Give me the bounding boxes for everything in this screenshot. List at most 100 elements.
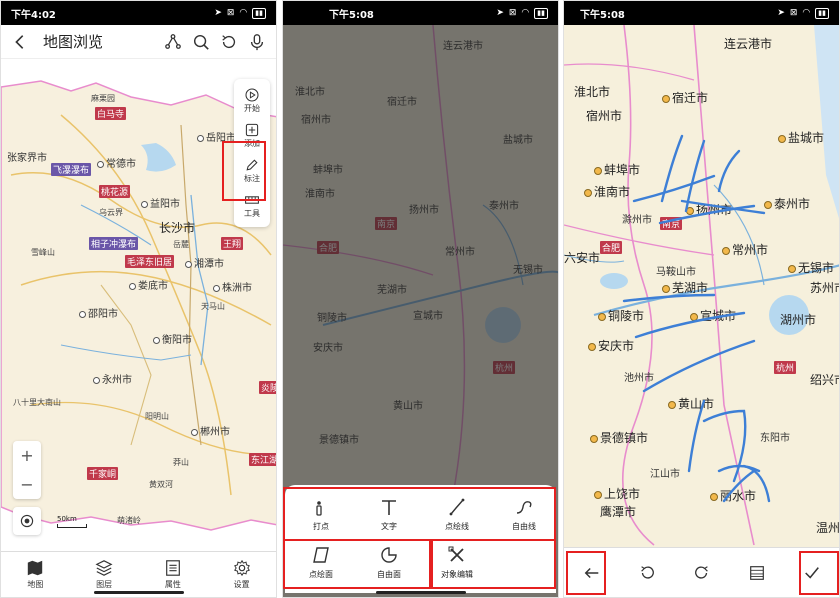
share-nodes-icon[interactable]	[164, 33, 182, 51]
tools-label: 工具	[244, 209, 260, 218]
redo-icon	[694, 565, 708, 579]
map-label: 黄双河	[149, 480, 173, 489]
nav-map-label: 地图	[27, 580, 44, 589]
map-label: 郴州市	[191, 423, 230, 438]
locate-button[interactable]	[13, 507, 41, 535]
wifi-icon: ◠	[521, 8, 530, 18]
status-bar: 下午4:02 ➤ ⊠ ◠ ▮▮	[1, 1, 276, 25]
map-label: 益阳市	[141, 195, 180, 210]
back-arrow-icon[interactable]	[11, 33, 29, 51]
freehand-annotations	[622, 134, 771, 503]
layers-icon	[95, 560, 113, 576]
wifi-icon: ◠	[802, 8, 811, 18]
highlight-back-button	[566, 551, 606, 595]
map-label: 阳明山	[145, 412, 169, 421]
map-label: 八十里大南山	[13, 398, 61, 407]
map-label: 张家界市	[7, 153, 47, 164]
search-icon[interactable]	[192, 33, 210, 51]
map-label: 麻栗园	[91, 94, 115, 103]
map-label: 莽山	[173, 458, 189, 467]
highlight-confirm-button	[799, 551, 839, 595]
annotation-stroke[interactable]	[687, 399, 706, 473]
zoom-control: + −	[13, 441, 41, 499]
highlight-face-tools	[283, 539, 431, 589]
undo-button[interactable]	[638, 564, 656, 582]
map-label: 东江湖	[249, 453, 276, 466]
zoom-in-button[interactable]: +	[20, 446, 33, 465]
screen-annotation-edit: 下午5:08 ➤ ⊠ ◠ ▮▮ 连云港市 淮北市 宿迁市 宿州市 盐城市 蚌埠市 淮南…	[563, 0, 840, 598]
add-icon	[245, 123, 259, 137]
location-icon: ➤	[214, 8, 222, 18]
nav-map[interactable]: 地图	[1, 552, 70, 597]
zoom-out-button[interactable]: −	[20, 475, 33, 494]
list-icon	[165, 560, 180, 576]
undo-icon	[640, 565, 654, 579]
map-label: 乌云界	[99, 208, 123, 217]
status-time: 下午5:08	[329, 9, 374, 21]
highlight-draw-tools	[283, 487, 556, 541]
annotation-stroke[interactable]	[632, 174, 716, 203]
nav-attributes-label: 属性	[164, 580, 181, 589]
map-label: 桃花源	[99, 185, 131, 198]
attribute-table-button[interactable]	[748, 564, 766, 582]
start-button[interactable]: 开始	[234, 85, 270, 116]
refresh-icon[interactable]	[220, 33, 238, 51]
map-label: 毛泽东旧居	[125, 255, 175, 268]
map-label: 雪峰山	[31, 248, 55, 257]
annotation-stroke[interactable]	[622, 293, 716, 303]
screen-tool-sheet: 下午5:08 ➤⊠◠▮▮ 连云港市 淮北市 宿迁市 宿州市 盐城市 蚌埠市 淮南…	[282, 0, 559, 598]
annotation-stroke[interactable]	[702, 409, 747, 483]
highlight-object-edit	[431, 539, 556, 589]
status-bar: 下午5:08 ➤ ⊠ ◠ ▮▮	[283, 1, 558, 25]
annotation-stroke[interactable]	[642, 339, 756, 393]
location-icon: ➤	[777, 8, 785, 18]
map-label: 王翔	[221, 237, 244, 250]
map-label: 常德市	[97, 155, 136, 170]
map-icon	[28, 560, 43, 576]
map-label: 萌渚岭	[117, 516, 141, 525]
play-icon	[245, 88, 259, 102]
map-label: 衡阳市	[153, 331, 192, 346]
map-label: 千家峒	[87, 467, 119, 480]
mute-icon: ⊠	[226, 8, 235, 18]
map-label: 娄底市	[129, 277, 168, 292]
location-icon: ➤	[496, 8, 504, 18]
map-label: 株洲市	[213, 279, 252, 294]
annotation-stroke[interactable]	[722, 469, 756, 503]
map-label: 湘潭市	[185, 255, 224, 270]
status-time: 下午4:02	[11, 9, 56, 21]
redo-button[interactable]	[693, 564, 711, 582]
home-indicator	[93, 591, 184, 594]
scale-bar: 50km	[57, 515, 87, 528]
scale-label: 50km	[57, 515, 77, 523]
map-label: 岳麓	[173, 240, 189, 249]
status-bar: 下午5:08 ➤ ⊠ ◠ ▮▮	[564, 1, 839, 25]
map-label: 长沙市	[159, 221, 196, 235]
home-indicator	[375, 591, 466, 594]
battery-icon: ▮▮	[252, 7, 266, 19]
map-label: 白马寺	[95, 107, 127, 120]
annotation-stroke[interactable]	[684, 139, 706, 213]
start-label: 开始	[244, 104, 260, 113]
mute-icon: ⊠	[508, 8, 517, 18]
app-bar: 地图浏览	[1, 25, 276, 59]
annotation-stroke[interactable]	[742, 464, 771, 503]
microphone-icon[interactable]	[248, 33, 266, 51]
mute-icon: ⊠	[789, 8, 798, 18]
map-label: 炎陵	[259, 381, 276, 394]
status-time: 下午5:08	[580, 9, 625, 21]
map-label: 邵阳市	[79, 305, 118, 320]
map-label: 相子冲瀑布	[89, 237, 139, 250]
nav-settings-label: 设置	[233, 580, 250, 589]
highlight-mark-button	[222, 141, 266, 201]
battery-icon: ▮▮	[534, 7, 548, 19]
target-icon	[20, 514, 34, 528]
annotation-stroke[interactable]	[634, 311, 746, 339]
gear-icon	[233, 559, 250, 577]
battery-icon: ▮▮	[815, 7, 829, 19]
annotation-stroke[interactable]	[717, 149, 741, 193]
wifi-icon: ◠	[239, 8, 248, 18]
nav-settings[interactable]: 设置	[207, 552, 276, 597]
annotation-stroke[interactable]	[658, 204, 756, 225]
page-title: 地图浏览	[43, 33, 104, 51]
